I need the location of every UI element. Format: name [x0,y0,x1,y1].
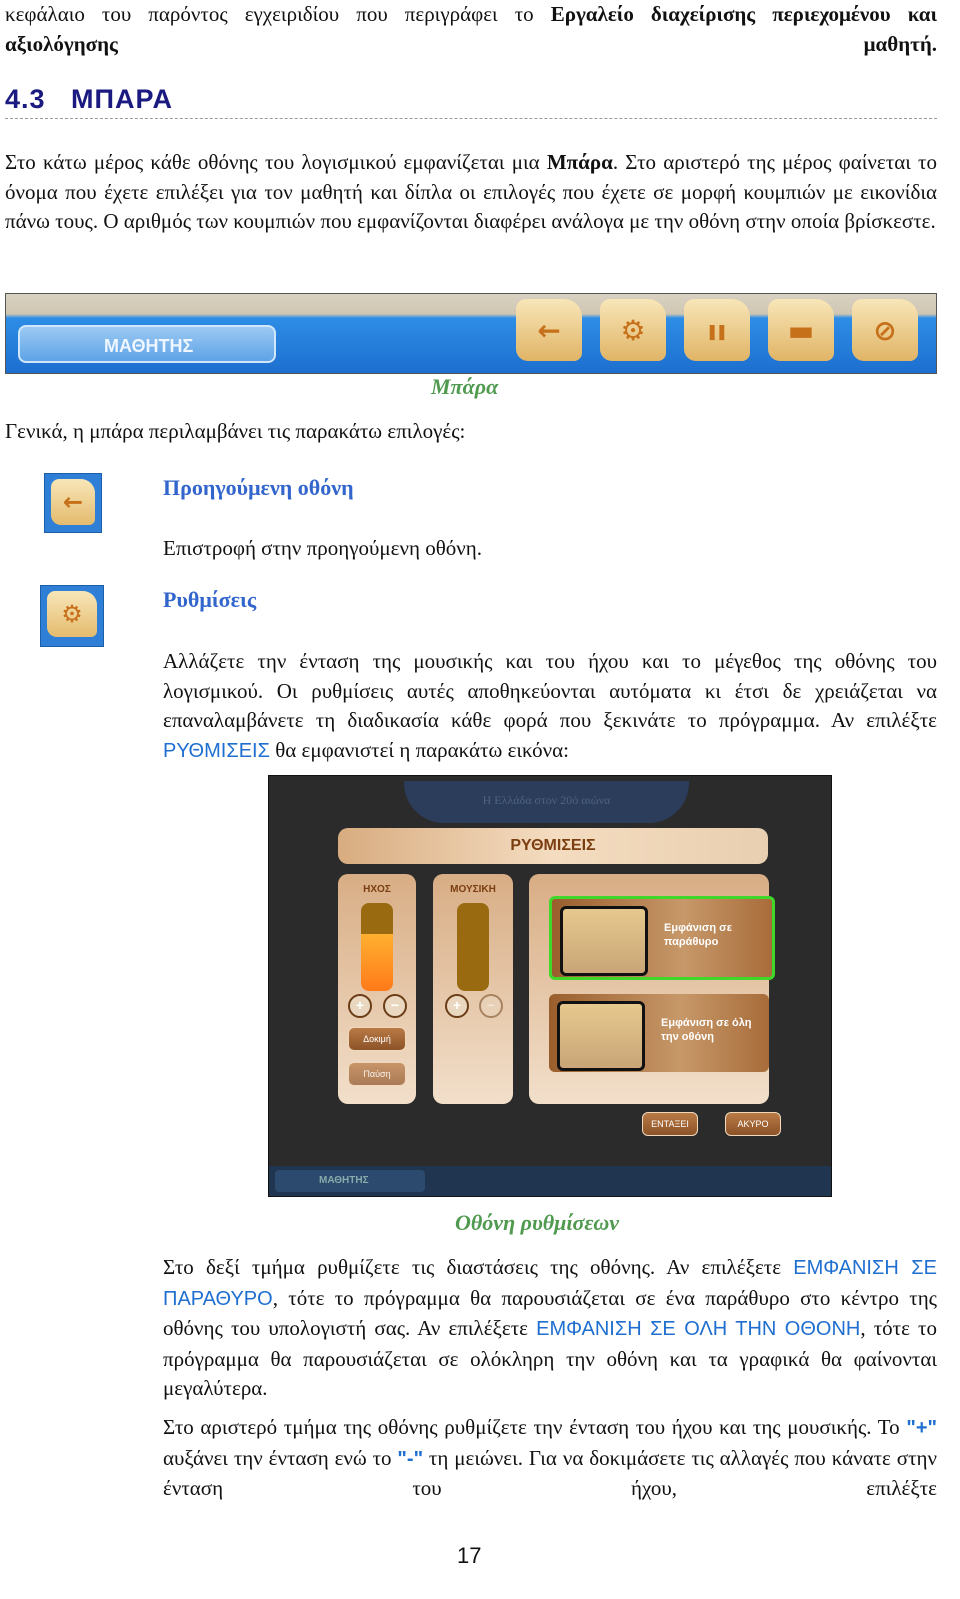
bar-description: Στο κάτω μέρος κάθε οθόνης του λογισμικο… [5,148,937,237]
cancel-button: ΑΚΥΡΟ [725,1112,781,1136]
music-plus-button: + [445,994,469,1018]
music-meter [457,903,489,991]
sound-meter [361,903,393,991]
bar-caption: Μπάρα [431,374,499,399]
item-desc-back: Επιστροφή στην προηγούμενη οθόνη. [163,536,482,560]
item-desc-settings: Αλλάζετε την ένταση της μουσικής και του… [163,647,937,766]
sound-panel: ΗΧΟΣ + − Δοκιμή Παύση [338,874,416,1104]
fullscreen-thumbnail [557,1001,645,1071]
ok-button: ΕΝΤΑΞΕΙ [642,1112,698,1136]
window-thumbnail [560,906,648,976]
bold-text: Μπάρα [546,150,613,174]
text: θα εμφανιστεί η παρακάτω εικόνα: [269,737,569,762]
printer-icon: ▬ [768,299,834,361]
settings-button-image: ⚙ [40,585,104,647]
music-panel: ΜΟΥΣΙΚΗ + − [433,874,513,1104]
student-name-field: ΜΑΘΗΤΗΣ [18,325,276,363]
volume-paragraph: Στο αριστερό τμήμα της οθόνης ρυθμίζετε … [163,1413,937,1504]
fullscreen-option: Εμφάνιση σε όλη την οθόνη [549,994,769,1072]
players-icon: ıı [684,299,750,361]
pause-button: Παύση [348,1062,406,1086]
music-label: ΜΟΥΣΙΚΗ [450,884,496,895]
section-rule [5,118,937,119]
options-intro: Γενικά, η μπάρα περιλαμβάνει τις παρακάτ… [5,419,466,443]
intro-plain: κεφάλαιο του παρόντος εγχειριδίου που πε… [5,2,551,26]
text: Αλλάζετε την ένταση της μουσικής και του… [163,649,937,732]
fullscreen-option-label: Εμφάνιση σε όλη την οθόνη [661,1017,752,1043]
bottom-bar: ΜΑΘΗΤΗΣ [269,1166,831,1196]
caps-text: "-" [397,1447,424,1470]
section-title: 4.3 ΜΠΑΡΑ [5,84,174,114]
intro-text: κεφάλαιο του παρόντος εγχειριδίου που πε… [5,0,937,59]
text: Στο κάτω μέρος κάθε οθόνης του λογισμικο… [5,150,547,174]
window-option-label: Εμφάνιση σε παράθυρο [664,922,732,948]
text: αυξάνει την ένταση ενώ το [163,1445,398,1470]
display-paragraph: Στο δεξί τμήμα ρυθμίζετε τις διαστάσεις … [163,1253,937,1404]
item-title-back: Προηγούμενη οθόνη [163,475,354,500]
arrow-left-icon: ← [516,299,582,361]
bar-image: ΜΑΘΗΤΗΣ ← ⚙ ıı ▬ ⊘ [5,293,937,374]
document-page: κεφάλαιο του παρόντος εγχειριδίου που πε… [0,0,960,1599]
back-button-image: ← [44,473,102,533]
sound-plus-button: + [348,994,372,1018]
window-option: Εμφάνιση σε παράθυρο [549,896,775,980]
page-number: 17 [457,1543,482,1568]
settings-screenshot: Η Ελλάδα στον 20ό αιώνα ΡΥΘΜΙΣΕΙΣ ΗΧΟΣ +… [268,775,832,1197]
text: Στο δεξί τμήμα ρυθμίζετε τις διαστάσεις … [163,1255,794,1279]
item-title-settings: Ρυθμίσεις [163,587,257,612]
arrow-left-icon: ← [51,479,95,525]
ribbon-title: Η Ελλάδα στον 20ό αιώνα [404,781,689,823]
music-minus-button: − [479,994,503,1018]
caps-text: ΕΜΦΑΝΙΣΗ ΣΕ ΟΛΗ ΤΗΝ ΟΘΟΝΗ [536,1318,861,1340]
caps-text: "+" [906,1417,937,1439]
text: Στο αριστερό τμήμα της οθόνης ρυθμίζετε … [163,1415,907,1439]
exit-icon: ⊘ [852,299,918,361]
test-button: Δοκιμή [348,1027,406,1051]
student-name-field: ΜΑΘΗΤΗΣ [275,1170,425,1192]
gear-icon: ⚙ [47,591,97,637]
sound-minus-button: − [383,994,407,1018]
settings-title: ΡΥΘΜΙΣΕΙΣ [338,828,768,864]
sound-label: ΗΧΟΣ [363,884,391,895]
gear-icon: ⚙ [600,299,666,361]
settings-caption: Οθόνη ρυθμίσεων [455,1210,620,1235]
caps-text: ΡΥΘΜΙΣΕΙΣ [163,739,270,762]
